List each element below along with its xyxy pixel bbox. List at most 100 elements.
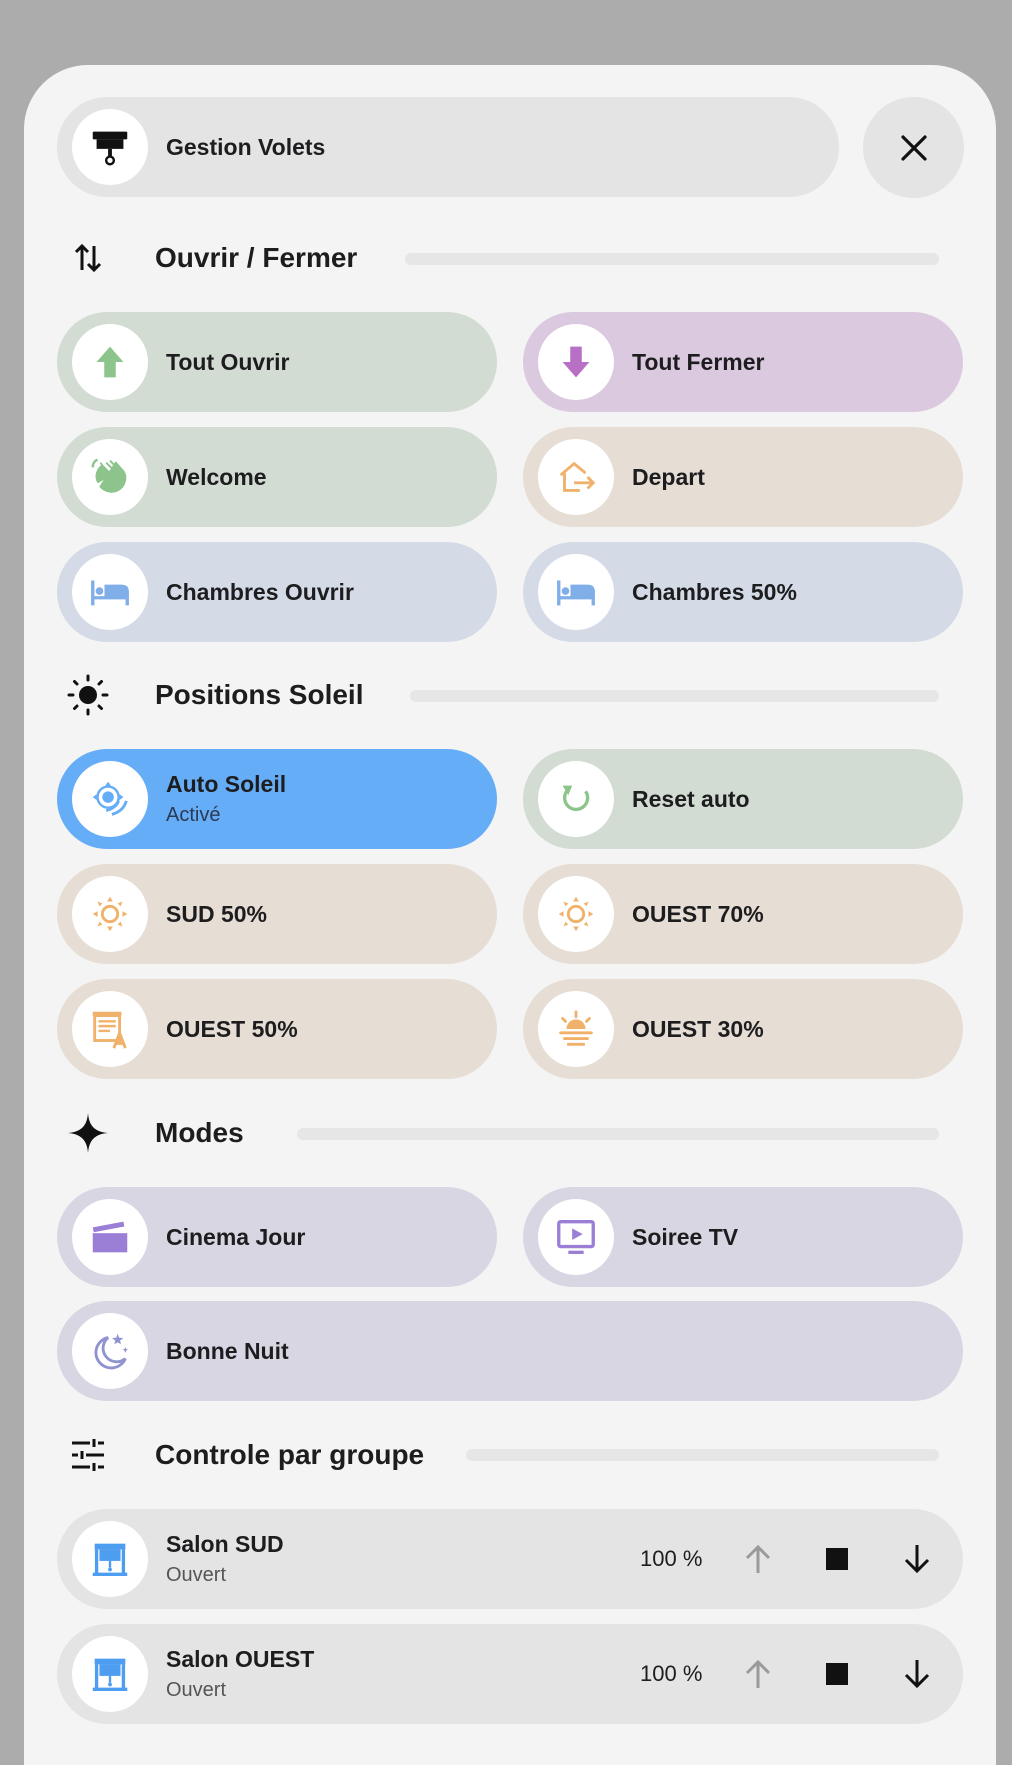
icon-circle	[538, 876, 614, 952]
icon-circle	[72, 1313, 148, 1389]
section-divider	[410, 690, 939, 702]
tune-icon	[72, 1439, 104, 1471]
west-70-label: OUEST 70%	[632, 900, 764, 927]
auto-sun-button[interactable]: Auto Soleil Activé	[57, 749, 497, 849]
cover-name: Salon OUEST	[166, 1646, 315, 1672]
west-30-label: OUEST 30%	[632, 1015, 764, 1042]
open-all-button[interactable]: Tout Ouvrir	[57, 312, 497, 412]
icon-circle	[72, 761, 148, 837]
movie-clapper-icon	[92, 1221, 128, 1253]
sun-lines-icon	[559, 1010, 593, 1046]
depart-label: Depart	[632, 463, 705, 490]
depart-button[interactable]: Depart	[523, 427, 963, 527]
arrow-up-icon	[745, 1544, 771, 1573]
section-divider	[466, 1449, 939, 1461]
auto-sun-label: Auto Soleil	[166, 771, 287, 797]
icon-circle	[72, 554, 148, 630]
section-title: Controle par groupe	[155, 1439, 425, 1470]
swap-vertical-icon	[74, 243, 102, 273]
bed-icon	[91, 580, 129, 606]
section-open-close: Ouvrir / Fermer	[66, 228, 357, 288]
cinema-button[interactable]: Cinema Jour	[57, 1187, 497, 1287]
window-shutter-open-icon	[92, 1658, 128, 1692]
icon-circle	[72, 439, 148, 515]
section-divider	[405, 253, 939, 265]
section-title: Ouvrir / Fermer	[155, 242, 358, 273]
west-50-label: OUEST 50%	[166, 1015, 298, 1042]
header-icon-circle	[72, 109, 148, 185]
icon-circle	[538, 554, 614, 630]
cover-state: Ouvert	[166, 1564, 227, 1586]
south-50-button[interactable]: SUD 50%	[57, 864, 497, 964]
icon-circle	[72, 1636, 148, 1712]
sun-outline-icon	[558, 896, 594, 932]
section-title: Positions Soleil	[155, 679, 364, 710]
close-button[interactable]	[863, 97, 964, 198]
icon-circle	[538, 991, 614, 1067]
tv-play-icon	[557, 1219, 595, 1255]
blinds-icon	[92, 131, 128, 166]
arrow-down-icon	[904, 1660, 930, 1689]
cover-stop-button[interactable]	[817, 1539, 857, 1579]
rooms-50-button[interactable]: Chambres 50%	[523, 542, 963, 642]
icon-circle	[538, 324, 614, 400]
welcome-button[interactable]: Welcome	[57, 427, 497, 527]
arrow-up-icon	[96, 346, 124, 378]
arrow-down-icon	[904, 1545, 930, 1574]
icon-circle	[72, 1521, 148, 1597]
cover-open-button[interactable]	[738, 1654, 778, 1694]
section-divider	[297, 1128, 939, 1140]
open-all-label: Tout Ouvrir	[166, 348, 290, 375]
rooms-open-label: Chambres Ouvrir	[166, 578, 354, 605]
hand-wave-icon	[91, 458, 127, 493]
sun-auto-icon	[92, 781, 128, 816]
tv-button[interactable]: Soiree TV	[523, 1187, 963, 1287]
cover-state: Ouvert	[166, 1679, 227, 1701]
cover-close-button[interactable]	[897, 1539, 937, 1579]
stop-icon	[826, 1663, 848, 1685]
restore-icon	[562, 785, 590, 812]
sparkle-icon	[68, 1113, 108, 1153]
cinema-label: Cinema Jour	[166, 1223, 306, 1250]
home-export-icon	[559, 461, 596, 492]
rooms-50-label: Chambres 50%	[632, 578, 797, 605]
cover-position: 100 %	[640, 1546, 703, 1571]
bed-icon	[557, 580, 595, 606]
sun-outline-icon	[92, 896, 128, 932]
section-title: Modes	[155, 1117, 244, 1148]
arrow-down-icon	[562, 346, 590, 378]
icon-circle	[538, 1199, 614, 1275]
icon-circle	[538, 761, 614, 837]
cover-position: 100 %	[640, 1661, 703, 1686]
west-30-button[interactable]: OUEST 30%	[523, 979, 963, 1079]
reset-auto-button[interactable]: Reset auto	[523, 749, 963, 849]
icon-circle	[72, 324, 148, 400]
icon-circle	[538, 439, 614, 515]
cover-open-button[interactable]	[738, 1539, 778, 1579]
welcome-label: Welcome	[166, 463, 267, 490]
cover-name: Salon SUD	[166, 1531, 284, 1557]
rooms-open-button[interactable]: Chambres Ouvrir	[57, 542, 497, 642]
window-shutter-open-icon	[92, 1543, 128, 1577]
arrow-up-icon	[745, 1659, 771, 1688]
stop-icon	[826, 1548, 848, 1570]
icon-circle	[72, 1199, 148, 1275]
close-icon	[900, 134, 927, 161]
blinds-text-icon	[92, 1011, 127, 1049]
night-button[interactable]: Bonne Nuit	[57, 1301, 963, 1401]
icon-circle	[72, 876, 148, 952]
close-all-label: Tout Fermer	[632, 348, 765, 375]
auto-sun-state: Activé	[166, 804, 221, 826]
south-50-label: SUD 50%	[166, 900, 267, 927]
close-all-button[interactable]: Tout Fermer	[523, 312, 963, 412]
west-50-button[interactable]: OUEST 50%	[57, 979, 497, 1079]
cover-close-button[interactable]	[897, 1654, 937, 1694]
cover-stop-button[interactable]	[817, 1654, 857, 1694]
section-modes: Modes	[66, 1103, 244, 1163]
header-title: Gestion Volets	[166, 133, 326, 160]
west-70-button[interactable]: OUEST 70%	[523, 864, 963, 964]
night-label: Bonne Nuit	[166, 1337, 289, 1364]
icon-circle	[72, 991, 148, 1067]
reset-auto-label: Reset auto	[632, 785, 750, 812]
moon-star-icon	[94, 1333, 129, 1370]
